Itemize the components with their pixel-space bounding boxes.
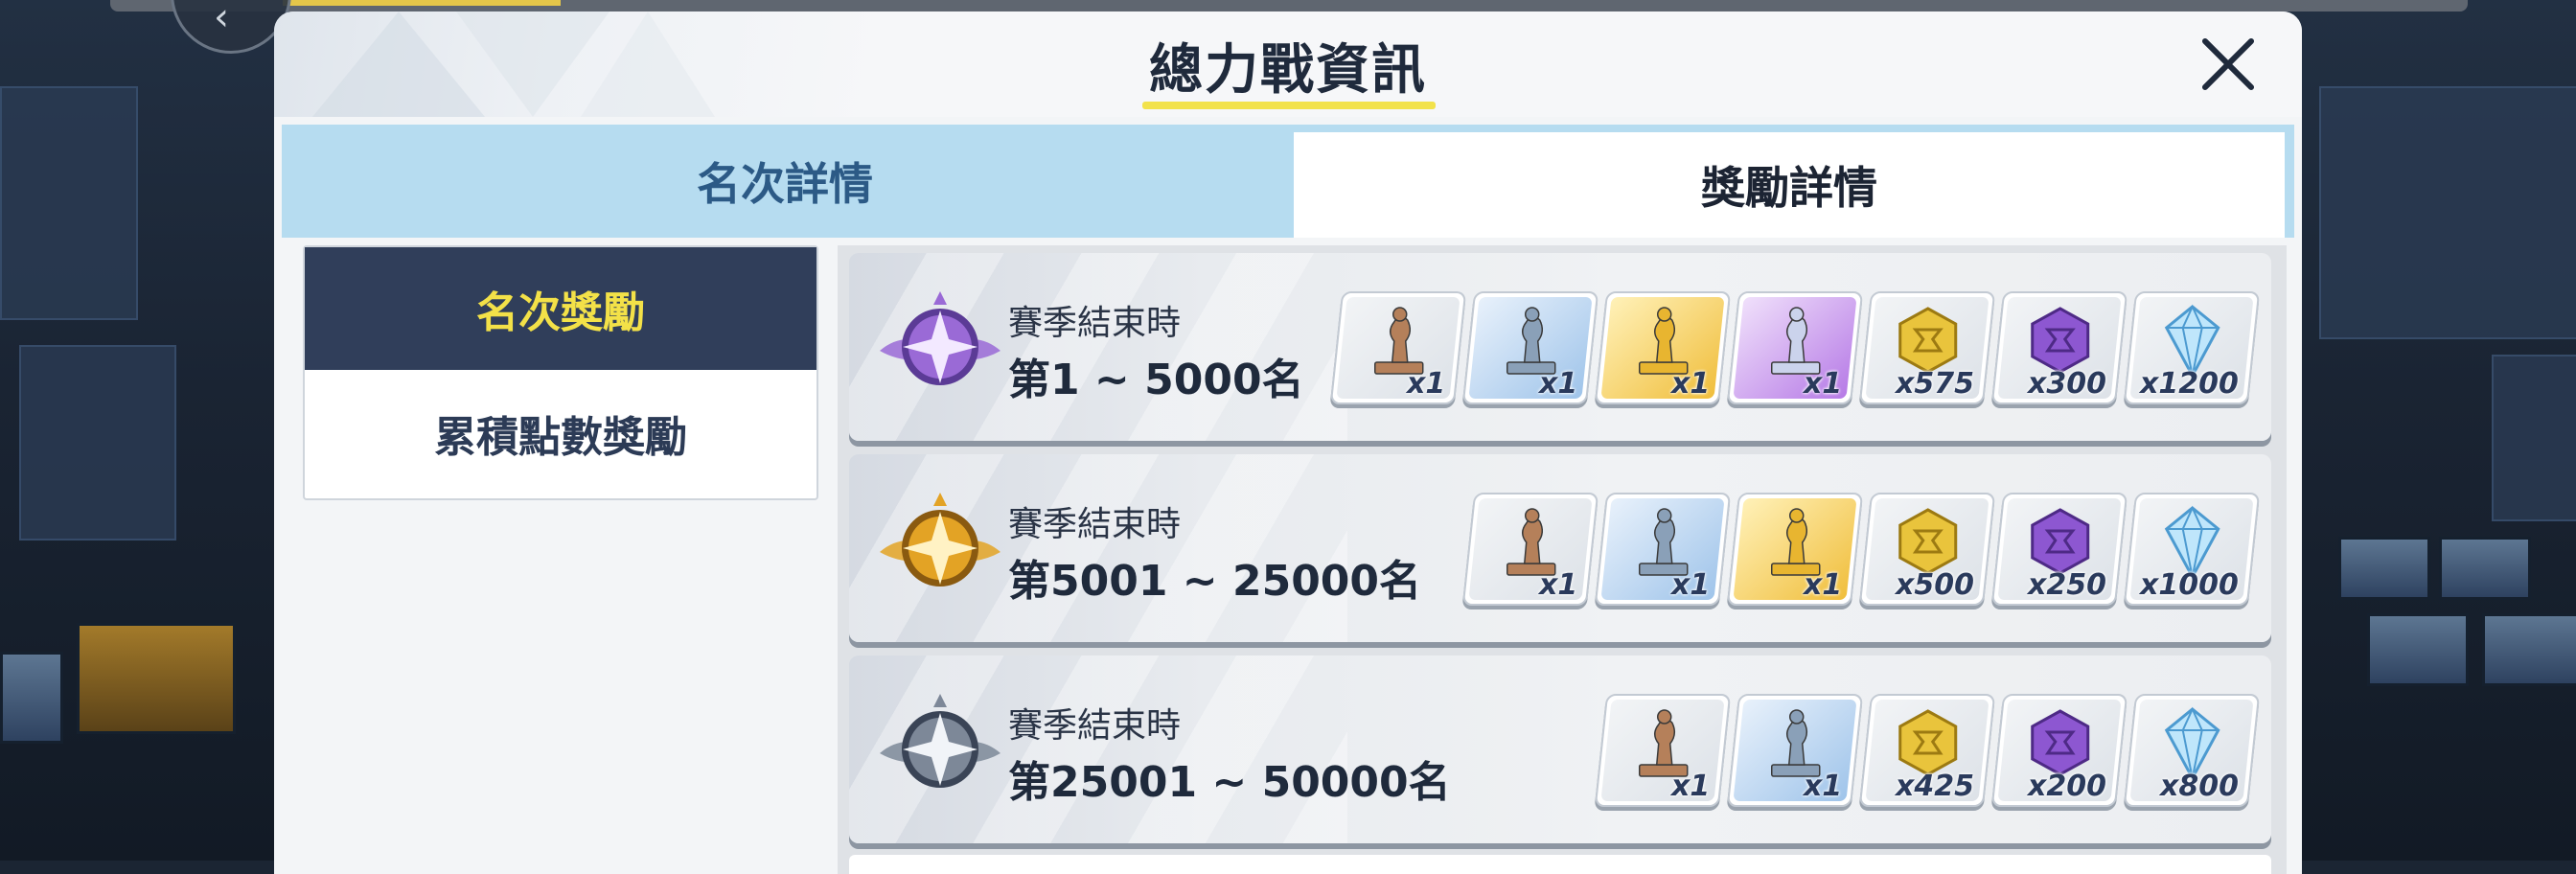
- reward-item[interactable]: x300: [1990, 291, 2128, 404]
- title-underline: [1142, 102, 1436, 109]
- item-quantity: x1000: [2140, 568, 2240, 602]
- reward-item[interactable]: x200: [1990, 694, 2128, 807]
- reward-item[interactable]: x500: [1858, 493, 1996, 606]
- silver-rank-badge-icon: [878, 692, 1002, 807]
- raid-info-dialog: 總力戰資訊 名次詳情 獎勵詳情 名次獎勵 累積點數獎勵 賽季結束時第1 ~ 50…: [274, 12, 2302, 874]
- item-quantity: x1: [1670, 367, 1711, 401]
- reward-list[interactable]: 賽季結束時 第1 ~ 5000名 x1 x1 x1 x1 x575 x300 x1200 賽季結束…: [838, 245, 2287, 874]
- reward-item[interactable]: x250: [1990, 493, 2128, 606]
- item-quantity: x1: [1803, 770, 1843, 803]
- item-quantity: x1200: [2140, 367, 2240, 401]
- side-item-rank-rewards[interactable]: 名次獎勵: [305, 247, 816, 370]
- reward-item[interactable]: x1: [1329, 291, 1467, 404]
- row-rank-range: 第1 ~ 5000名: [1008, 356, 1304, 404]
- item-quantity: x1: [1803, 367, 1843, 401]
- side-menu: 名次獎勵 累積點數獎勵: [303, 245, 818, 500]
- reward-items: x1 x1 x1 x1 x575 x300 x1200: [1329, 291, 2261, 404]
- chevron-left-icon: ‹: [214, 0, 229, 39]
- item-quantity: x575: [1896, 367, 1975, 401]
- tab-bar: 名次詳情 獎勵詳情: [282, 125, 2294, 238]
- item-quantity: x200: [2028, 770, 2107, 803]
- row-condition-label: 賽季結束時: [1008, 505, 1182, 544]
- row-condition-label: 賽季結束時: [1008, 706, 1182, 746]
- item-quantity: x1: [1538, 367, 1578, 401]
- item-quantity: x1: [1538, 568, 1578, 602]
- reward-row: 賽季結束時第5001 ~ 25000名 x1 x1 x1 x500 x250 x1000: [849, 454, 2271, 642]
- top-bar: [110, 0, 2468, 12]
- item-quantity: x1: [1670, 770, 1711, 803]
- reward-row: 賽季結束時第25001 ~ 50000名 x1 x1 x425 x200 x800: [849, 656, 2271, 843]
- item-quantity: x300: [2028, 367, 2107, 401]
- row-condition-label: 賽季結束時: [1008, 304, 1182, 343]
- reward-item[interactable]: x1200: [2123, 291, 2261, 404]
- tab-rank-details[interactable]: 名次詳情: [282, 125, 1288, 238]
- item-quantity: x250: [2028, 568, 2107, 602]
- reward-item[interactable]: x1: [1594, 493, 1732, 606]
- reward-row: 賽季結束時第1 ~ 5000名 x1 x1 x1 x1 x575 x300 x1200: [849, 253, 2271, 441]
- item-quantity: x425: [1896, 770, 1975, 803]
- close-icon[interactable]: [2196, 33, 2260, 96]
- side-item-cumulative-points-rewards[interactable]: 累積點數獎勵: [305, 372, 816, 494]
- item-quantity: x800: [2160, 770, 2240, 803]
- reward-item[interactable]: x1: [1726, 493, 1864, 606]
- reward-item[interactable]: x800: [2123, 694, 2261, 807]
- reward-item[interactable]: x1: [1594, 694, 1732, 807]
- reward-item[interactable]: x1000: [2123, 493, 2261, 606]
- reward-item[interactable]: x1: [1726, 694, 1864, 807]
- reward-item[interactable]: x575: [1858, 291, 1996, 404]
- reward-items: x1 x1 x1 x500 x250 x1000: [1461, 493, 2261, 606]
- reward-item[interactable]: x425: [1858, 694, 1996, 807]
- item-quantity: x1: [1670, 568, 1711, 602]
- row-rank-range: 第5001 ~ 25000名: [1008, 557, 1422, 606]
- dialog-header: 總力戰資訊: [274, 12, 2302, 117]
- item-quantity: x1: [1803, 568, 1843, 602]
- reward-item[interactable]: x1: [1594, 291, 1732, 404]
- purple-rank-badge-icon: [878, 289, 1002, 404]
- gold-rank-badge-icon: [878, 491, 1002, 606]
- next-row-edge: [849, 855, 2271, 874]
- reward-item[interactable]: x1: [1461, 493, 1599, 606]
- item-quantity: x500: [1896, 568, 1975, 602]
- tab-reward-details[interactable]: 獎勵詳情: [1294, 132, 2285, 238]
- item-quantity: x1: [1406, 367, 1446, 401]
- row-rank-range: 第25001 ~ 50000名: [1008, 758, 1451, 807]
- reward-items: x1 x1 x425 x200 x800: [1594, 694, 2261, 807]
- reward-item[interactable]: x1: [1726, 291, 1864, 404]
- reward-item[interactable]: x1: [1461, 291, 1599, 404]
- dialog-title: 總力戰資訊: [1149, 39, 1427, 102]
